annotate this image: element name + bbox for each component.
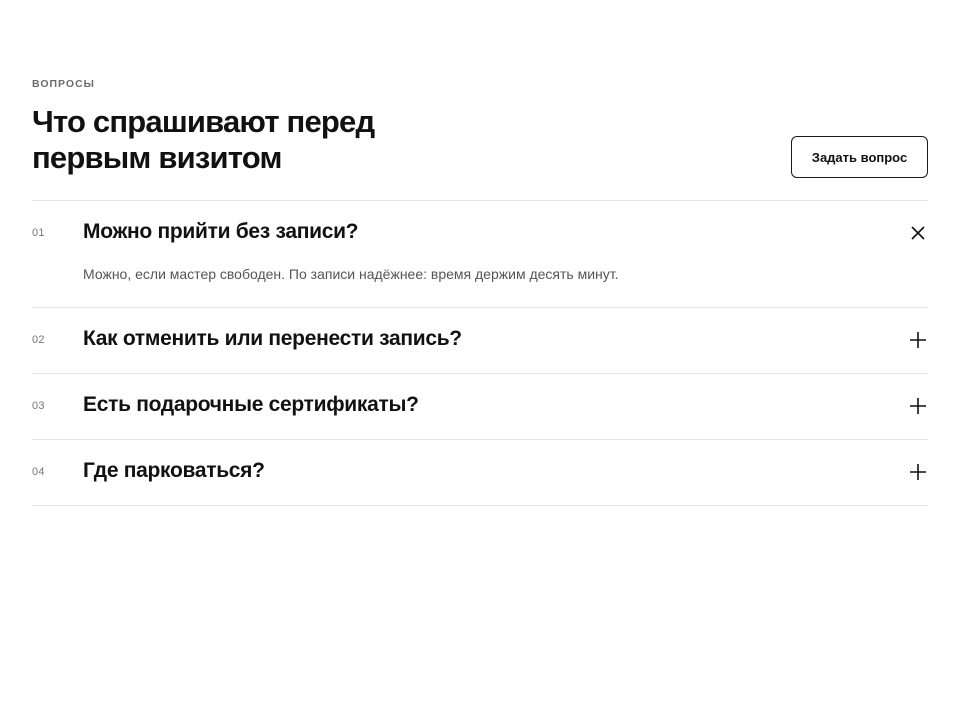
faq-item-header[interactable]: 04 Где парковаться? [32,440,928,505]
faq-item-header[interactable]: 01 Можно прийти без записи? [32,201,928,263]
faq-item-question: Где парковаться? [83,459,265,482]
faq-item-answer: Можно, если мастер свободен. По записи н… [83,266,619,282]
faq-item-number: 04 [32,466,45,478]
faq-item-question: Можно прийти без записи? [83,220,359,243]
faq-item-question: Как отменить или перенести запись? [83,327,462,350]
ask-question-button[interactable]: Задать вопрос [791,136,928,178]
plus-icon[interactable] [908,462,928,482]
faq-item: 04 Где парковаться? [32,440,928,506]
close-icon[interactable] [908,223,928,243]
faq-item: 01 Можно прийти без записи? Можно, если … [32,201,928,308]
faq-item-number: 01 [32,227,45,239]
faq-item-header[interactable]: 02 Как отменить или перенести запись? [32,308,928,373]
faq-item-number: 03 [32,400,45,412]
plus-icon[interactable] [908,396,928,416]
faq-item: 03 Есть подарочные сертификаты? [32,374,928,440]
faq-item-header[interactable]: 03 Есть подарочные сертификаты? [32,374,928,439]
section-eyebrow: ВОПРОСЫ [32,78,95,90]
faq-item-number: 02 [32,334,45,346]
faq-item-question: Есть подарочные сертификаты? [83,393,419,416]
faq-item: 02 Как отменить или перенести запись? [32,308,928,374]
section-title: Что спрашивают перед первым визитом [32,104,375,175]
plus-icon[interactable] [908,330,928,350]
faq-list: 01 Можно прийти без записи? Можно, если … [32,200,928,506]
